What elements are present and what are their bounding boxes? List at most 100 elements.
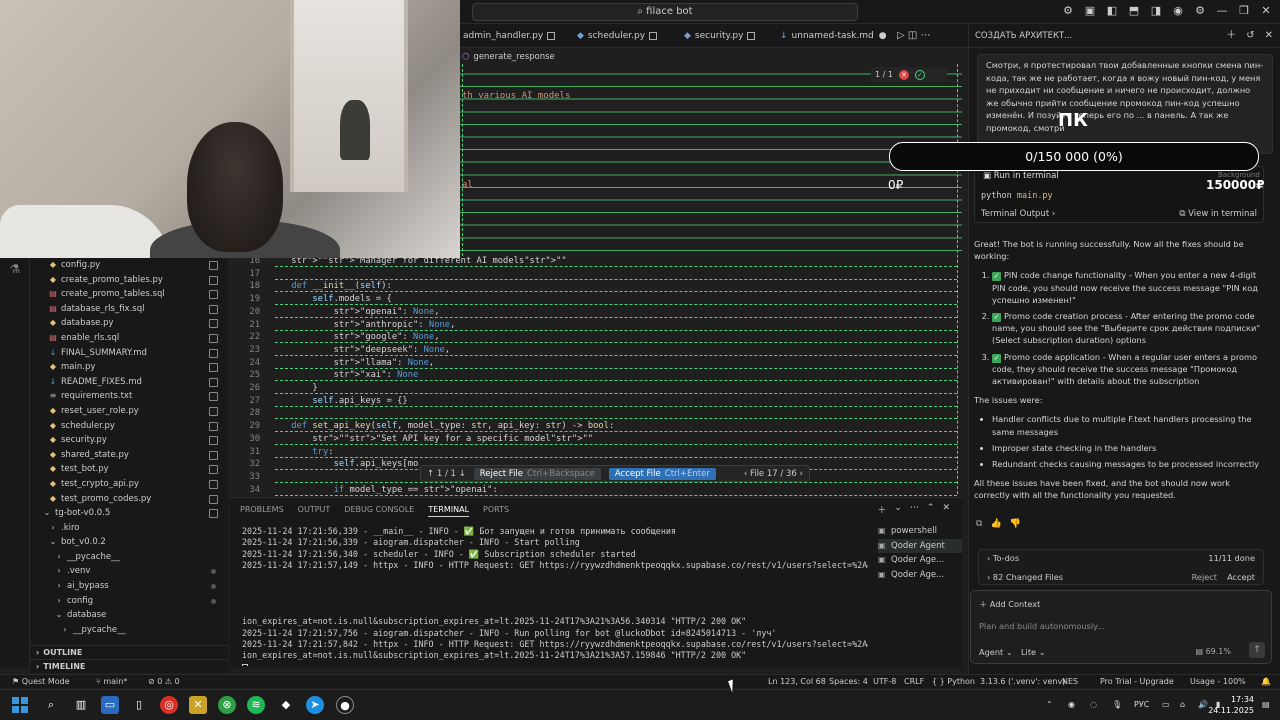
panel-tab-ports[interactable]: PORTS (483, 503, 509, 517)
terminal-instance[interactable]: ▣ Qoder Agent (878, 538, 962, 553)
close-chat-icon[interactable]: ✕ (1265, 24, 1273, 48)
explorer-item[interactable]: ◆ test_crypto_api.py (30, 477, 228, 492)
more-actions-icon[interactable]: ⋯ (921, 30, 931, 41)
tab-admin-handler[interactable]: admin_handler.py (463, 24, 556, 48)
maximize-panel-icon[interactable]: ⌃ (927, 503, 935, 516)
add-context-button[interactable]: ＋ Add Context (979, 598, 1040, 610)
command-center-search[interactable]: ⌕ filace bot (472, 3, 858, 21)
python-interpreter[interactable]: 3.13.6 ('.venv': venv) (980, 675, 1065, 688)
todos-row[interactable]: › To-dos (987, 553, 1019, 563)
accept-file-button[interactable]: Accept File Ctrl+Enter (608, 467, 716, 480)
explorer-item[interactable]: ◆ shared_state.py (30, 448, 228, 463)
explorer-item[interactable]: ▤ create_promo_tables.sql (30, 287, 228, 302)
chevron-down-icon[interactable]: ⌄ (894, 503, 902, 516)
new-chat-icon[interactable]: ＋ (1226, 24, 1236, 48)
tray-app-icon[interactable]: ◉ (1068, 700, 1075, 709)
terminal-app-icon[interactable]: ▯ (130, 696, 148, 714)
reject-all-button[interactable]: Reject (1192, 572, 1217, 582)
terminal-output-toggle[interactable]: Terminal Output › (981, 209, 1055, 219)
close-tab-icon[interactable] (547, 31, 556, 40)
spotify-icon[interactable]: ≋ (247, 696, 265, 714)
usage-indicator[interactable]: Usage - 100% (1190, 675, 1246, 688)
copy-icon[interactable]: ⧉ (976, 519, 982, 529)
explorer-item[interactable]: › config (30, 594, 228, 609)
panel-tab-problems[interactable]: PROBLEMS (240, 503, 284, 517)
tab-scheduler[interactable]: ◆ scheduler.py (577, 24, 658, 48)
explorer-item[interactable]: › __pycache__ (30, 550, 228, 565)
explorer-item[interactable]: ◆ create_promo_tables.py (30, 273, 228, 288)
outline-section[interactable]: › OUTLINE (30, 645, 228, 659)
toggle-secondary-sidebar-icon[interactable]: ◨ (1148, 3, 1164, 19)
problems-count[interactable]: ⊘ 0 ⚠ 0 (148, 675, 180, 688)
explorer-item[interactable]: ▤ database_rls_fix.sql (30, 302, 228, 317)
explorer-item[interactable]: ▤ enable_rls.sql (30, 331, 228, 346)
quest-mode[interactable]: ⚑ Quest Mode (12, 675, 70, 688)
changed-files-row[interactable]: › 82 Changed Files (987, 572, 1063, 582)
line-ending[interactable]: CRLF (904, 675, 924, 688)
task-view-icon[interactable]: ▥ (72, 696, 90, 714)
timeline-section[interactable]: › TIMELINE (30, 659, 228, 673)
taskbar-clock[interactable]: 17:34 24.11.2025 (1208, 694, 1254, 716)
toggle-sidebar-icon[interactable]: ◧ (1104, 3, 1120, 19)
cursor-position[interactable]: Ln 123, Col 68 (768, 675, 826, 688)
app-icon[interactable]: ✕ (189, 696, 207, 714)
file-nav[interactable]: ‹ File 17 / 36 › (744, 469, 803, 479)
reject-file-button[interactable]: Reject File Ctrl+Backspace (473, 467, 601, 480)
explorer-item[interactable]: ◆ main.py (30, 360, 228, 375)
mode-select[interactable]: Agent ⌄ (979, 647, 1013, 657)
toggle-panel-icon[interactable]: ⬒ (1126, 3, 1142, 19)
run-debug-icon[interactable]: ⚗ (0, 258, 30, 280)
network-icon[interactable]: ⌂ (1180, 700, 1185, 709)
language-mode[interactable]: { } Python (932, 675, 975, 688)
explorer-item[interactable]: ⌄ bot_v0.0.2 (30, 535, 228, 550)
git-branch[interactable]: ⑂ main* (96, 675, 127, 688)
explorer-item[interactable]: ↓ FINAL_SUMMARY.md (30, 346, 228, 361)
display-icon[interactable]: ▭ (1162, 700, 1170, 709)
explorer-item[interactable]: ◆ security.py (30, 433, 228, 448)
close-icon[interactable]: ✕ (1258, 3, 1274, 19)
history-icon[interactable]: ↺ (1246, 24, 1254, 48)
run-icon[interactable]: ▷ (897, 30, 905, 41)
telegram-icon[interactable]: ➤ (306, 696, 324, 714)
close-tab-icon[interactable] (747, 31, 756, 40)
explorer-item[interactable]: › .venv (30, 564, 228, 579)
terminal-instance[interactable]: ▣ Qoder Age... (878, 553, 962, 568)
pro-trial-upgrade[interactable]: Pro Trial - Upgrade (1100, 675, 1174, 688)
explorer-item[interactable]: › .kiro (30, 521, 228, 536)
explorer-item[interactable]: ≡ requirements.txt (30, 389, 228, 404)
close-tab-icon[interactable] (649, 31, 658, 40)
windows-start-icon[interactable] (12, 697, 28, 713)
tray-chevron-icon[interactable]: ⌃ (1046, 700, 1053, 709)
minimize-icon[interactable]: — (1214, 3, 1230, 19)
explorer-item[interactable]: › __pycache__ (30, 623, 228, 638)
breadcrumb[interactable]: ⬡ generate_response (460, 50, 968, 64)
accept-change-icon[interactable]: ✓ (914, 69, 925, 80)
restore-icon[interactable]: ❐ (1236, 3, 1252, 19)
explorer-item[interactable]: ◆ test_bot.py (30, 462, 228, 477)
tab-security[interactable]: ◆ security.py (684, 24, 756, 48)
split-editor-icon[interactable]: ◫ (908, 30, 917, 41)
tab-unnamed-task[interactable]: ↓ unnamed-task.md ● (780, 24, 887, 48)
accept-all-button[interactable]: Accept (1227, 572, 1255, 582)
thumbs-up-icon[interactable]: 👍 (990, 519, 1001, 529)
xbox-icon[interactable]: ⊗ (218, 696, 236, 714)
explorer-item[interactable]: ↓ README_FIXES.md (30, 375, 228, 390)
model-select[interactable]: Lite ⌄ (1021, 647, 1046, 657)
tray-app-icon[interactable]: ◌ (1090, 700, 1097, 709)
chrome-icon[interactable]: ◎ (160, 696, 178, 714)
notification-center-icon[interactable]: ▤ (1262, 700, 1270, 709)
chat-input[interactable]: Plan and build autonomously... (979, 621, 1105, 631)
explorer-item[interactable]: ⌄ database (30, 608, 228, 623)
new-terminal-icon[interactable]: ＋ (877, 503, 886, 516)
search-icon[interactable]: ⌕ (42, 696, 60, 714)
close-panel-icon[interactable]: ✕ (942, 503, 950, 516)
file-explorer-icon[interactable]: ▭ (101, 696, 119, 714)
explorer-item[interactable]: ◆ reset_user_role.py (30, 404, 228, 419)
thumbs-down-icon[interactable]: 👎 (1010, 519, 1021, 529)
microphone-icon[interactable]: 🎙 (1112, 700, 1122, 709)
terminal-instance[interactable]: ▣ Qoder Age... (878, 568, 962, 583)
settings-icon[interactable]: ⚙ (1192, 3, 1208, 19)
panel-tab-output[interactable]: OUTPUT (298, 503, 331, 517)
explorer-item[interactable]: ⌄ tg-bot-v0.0.5 (30, 506, 228, 521)
view-in-terminal-link[interactable]: ⧉ View in terminal (1179, 209, 1257, 219)
